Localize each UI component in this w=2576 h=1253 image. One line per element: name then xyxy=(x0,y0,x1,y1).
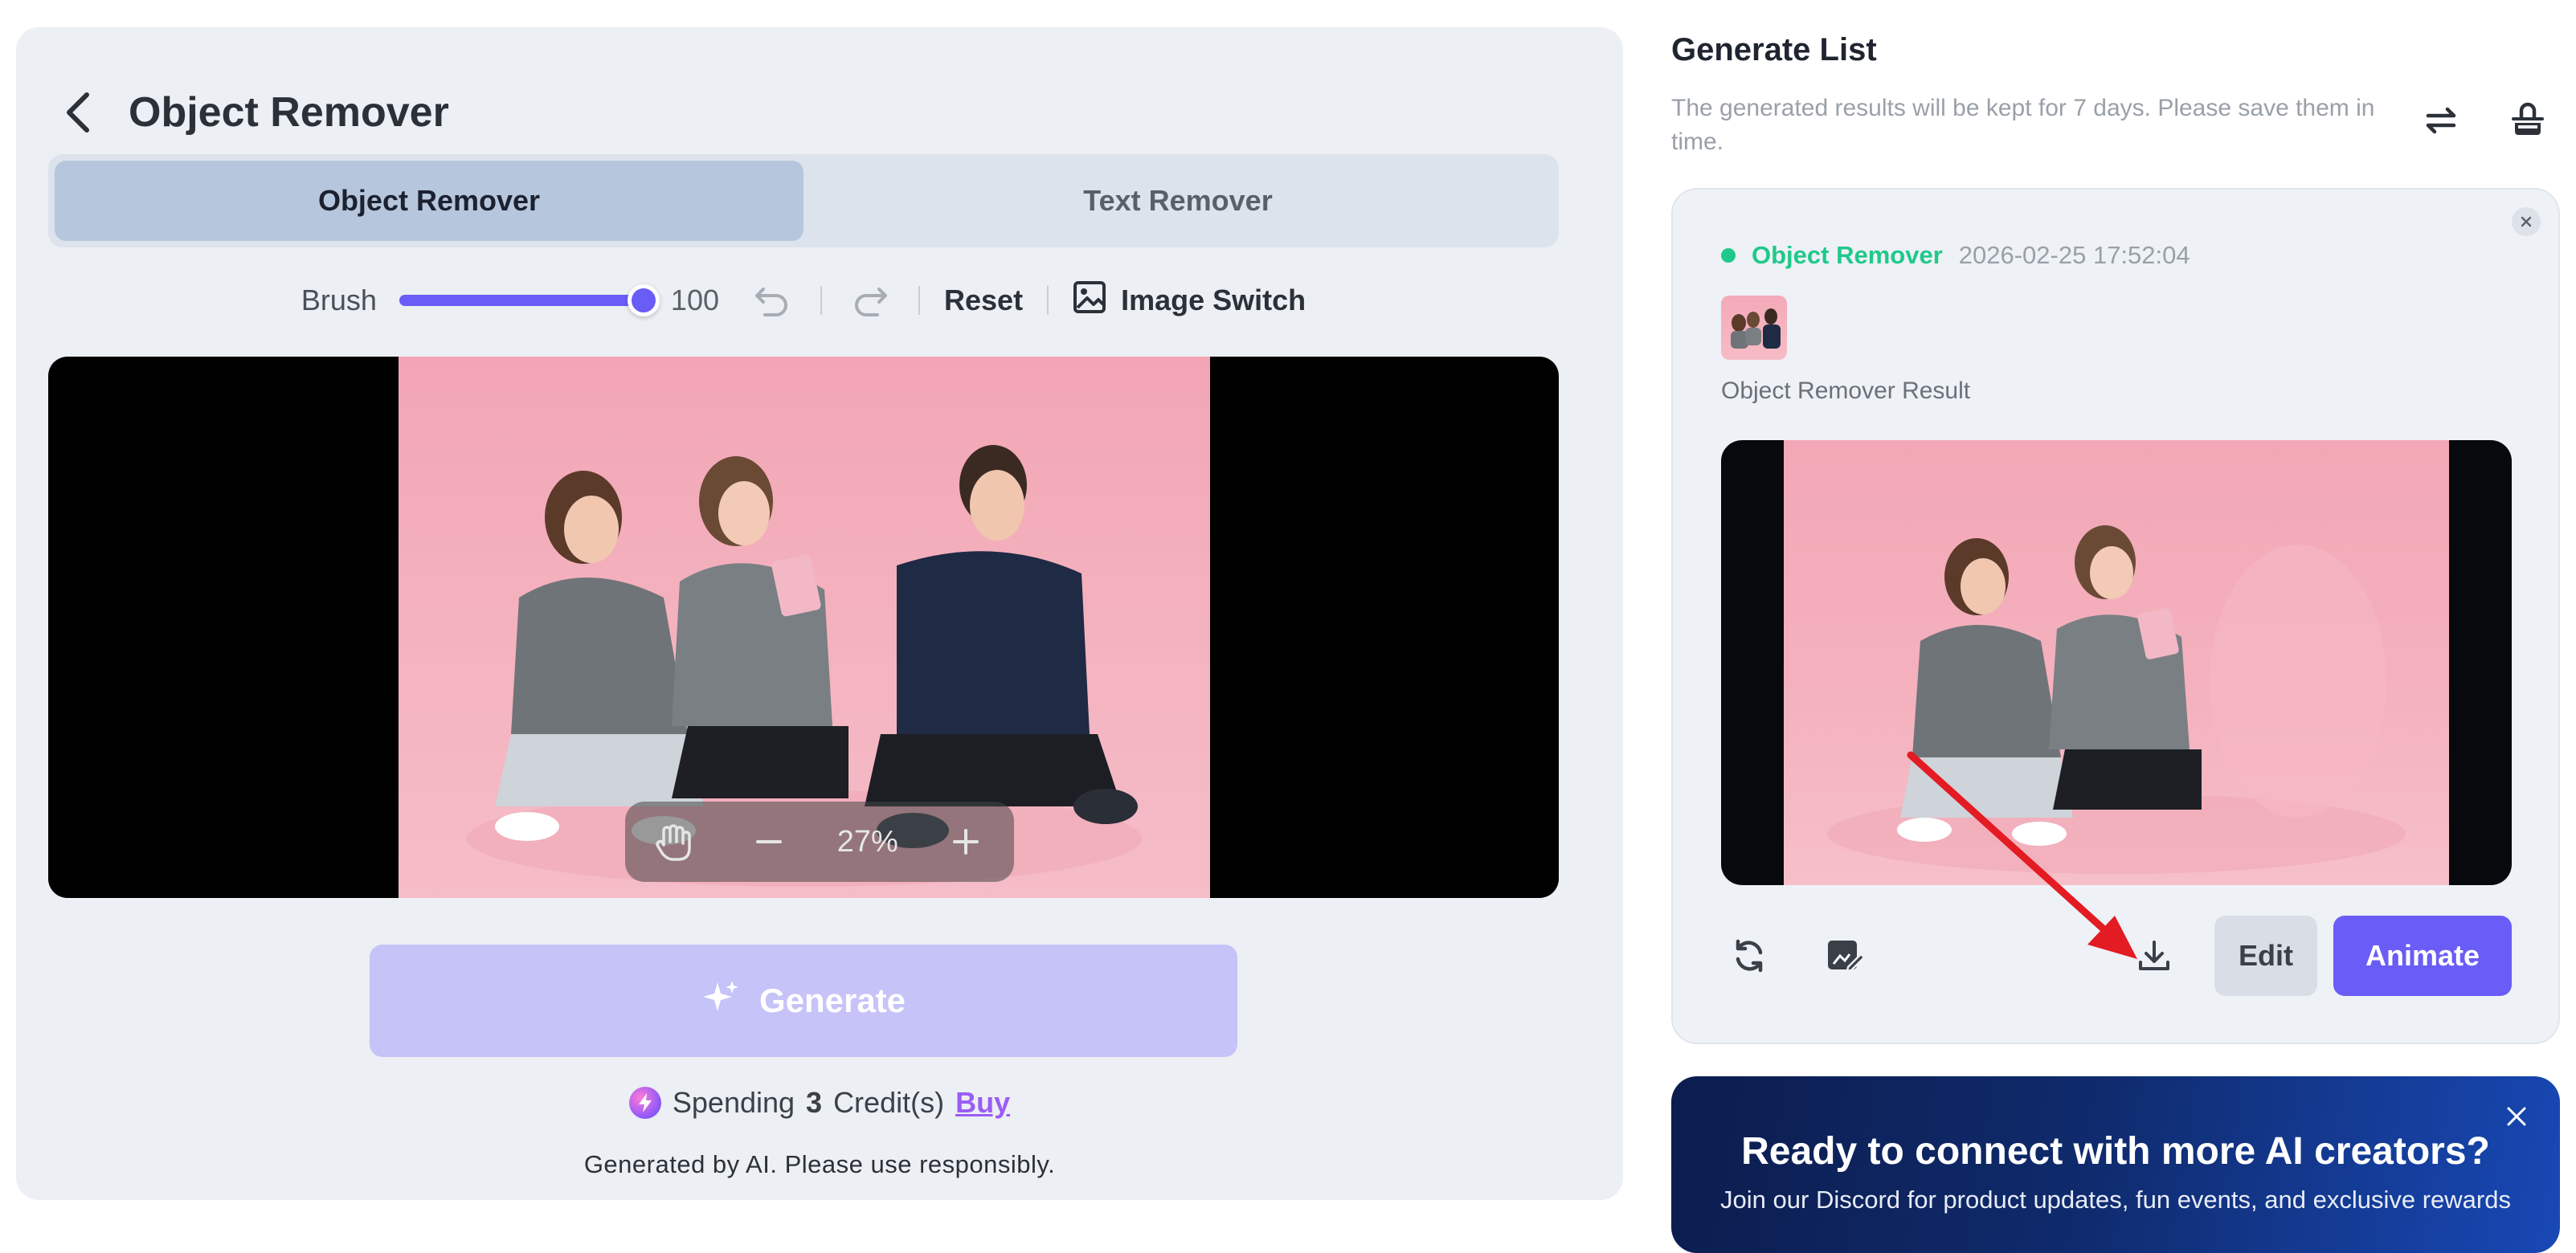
result-photo xyxy=(1784,440,2449,885)
edit-image-icon[interactable] xyxy=(1818,928,1874,984)
retention-notice: The generated results will be kept for 7… xyxy=(1671,95,2375,155)
animate-button[interactable]: Animate xyxy=(2333,916,2512,996)
redo-icon[interactable] xyxy=(846,276,894,324)
minus-icon[interactable] xyxy=(741,814,797,870)
list-actions xyxy=(2419,98,2550,143)
page-title: Object Remover xyxy=(129,89,449,136)
brush-label: Brush xyxy=(301,284,377,316)
result-timestamp: 2026-02-25 17:52:04 xyxy=(1958,241,2190,269)
buy-link[interactable]: Buy xyxy=(955,1086,1010,1120)
result-header: Object Remover 2026-02-25 17:52:04 xyxy=(1721,241,2190,270)
reset-button[interactable]: Reset xyxy=(944,284,1023,317)
download-icon[interactable] xyxy=(2126,928,2182,984)
credit-amount: 3 xyxy=(806,1086,823,1119)
toolbar-divider xyxy=(1047,286,1049,315)
result-label: Object Remover Result xyxy=(1721,378,1971,404)
discord-promo-banner: Ready to connect with more AI creators? … xyxy=(1671,1076,2560,1253)
close-icon[interactable] xyxy=(2512,207,2541,236)
brush-size-value: 100 xyxy=(670,284,719,316)
clear-list-icon[interactable] xyxy=(2505,98,2550,143)
image-icon xyxy=(1073,280,1106,321)
image-switch-button[interactable]: Image Switch xyxy=(1073,280,1306,321)
generate-list-title: Generate List xyxy=(1671,32,1877,67)
spending-suffix: Credit(s) xyxy=(833,1086,945,1119)
credit-icon xyxy=(628,1087,661,1119)
toolbar-divider xyxy=(918,286,920,315)
page-header: Object Remover xyxy=(56,56,449,169)
zoom-level: 27% xyxy=(836,824,898,859)
source-thumbnail[interactable] xyxy=(1721,296,1787,360)
spending-prefix: Spending xyxy=(672,1086,795,1119)
edit-button[interactable]: Edit xyxy=(2214,916,2317,996)
brush-toolbar: Brush 100 Reset Image Switch xyxy=(48,265,1559,336)
hand-icon[interactable] xyxy=(645,814,701,870)
generate-button[interactable]: Generate xyxy=(370,945,1237,1057)
close-icon[interactable] xyxy=(2500,1100,2533,1133)
brush-size-slider[interactable] xyxy=(399,284,660,316)
chevron-left-icon[interactable] xyxy=(56,90,101,135)
sparkle-icon xyxy=(701,978,740,1024)
zoom-controls: 27% xyxy=(625,802,1014,882)
tab-object-remover[interactable]: Object Remover xyxy=(55,161,803,241)
promo-subtitle: Join our Discord for product updates, fu… xyxy=(1720,1186,2511,1214)
plus-icon[interactable] xyxy=(938,814,994,870)
generate-label: Generate xyxy=(758,982,906,1019)
mode-tabs: Object Remover Text Remover xyxy=(48,154,1559,247)
promo-title: Ready to connect with more AI creators? xyxy=(1741,1130,2490,1173)
image-switch-label: Image Switch xyxy=(1121,284,1306,316)
credit-info: Spending 3 Credit(s) Buy xyxy=(0,1086,1639,1120)
ai-disclaimer: Generated by AI. Please use responsibly. xyxy=(583,1150,1056,1178)
regenerate-icon[interactable] xyxy=(1721,928,1777,984)
result-actions: Edit Animate xyxy=(1721,916,2512,996)
result-tool-name: Object Remover xyxy=(1752,241,1943,269)
toolbar-divider xyxy=(820,286,822,315)
slider-handle[interactable] xyxy=(627,284,660,316)
tab-text-remover[interactable]: Text Remover xyxy=(803,161,1552,241)
refresh-icon[interactable] xyxy=(2419,98,2464,143)
result-image[interactable] xyxy=(1721,440,2512,885)
image-canvas[interactable]: 27% xyxy=(48,357,1559,898)
status-dot xyxy=(1721,248,1736,263)
undo-icon[interactable] xyxy=(748,276,796,324)
result-card: Object Remover 2026-02-25 17:52:04 Objec… xyxy=(1671,188,2560,1044)
